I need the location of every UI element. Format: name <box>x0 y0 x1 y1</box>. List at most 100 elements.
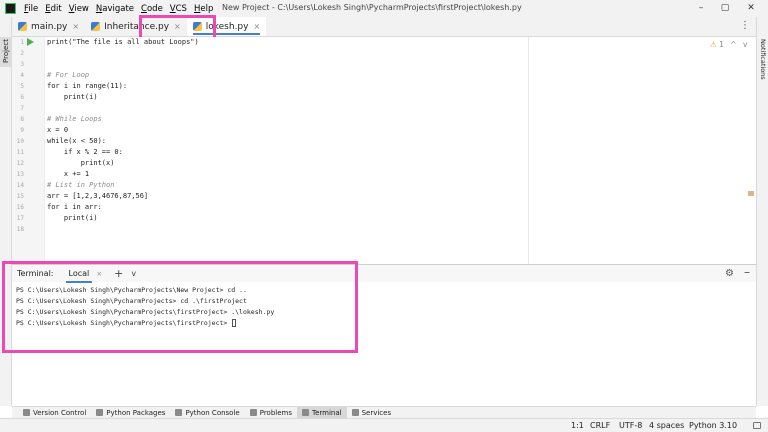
tab-main-py[interactable]: main.py × <box>12 17 85 36</box>
left-tool-strip: Project <box>0 17 12 406</box>
version-control-icon <box>23 409 30 416</box>
code-line[interactable]: while(x < 50): <box>47 136 106 147</box>
python-console-button[interactable]: Python Console <box>170 407 244 419</box>
tool-label: Problems <box>259 408 292 417</box>
terminal-prompt-line[interactable]: PS C:\Users\Lokesh Singh\PycharmProjects… <box>16 318 237 329</box>
line-number: 1 <box>20 39 24 46</box>
terminal-button[interactable]: Terminal <box>296 406 347 419</box>
terminal-header: Terminal: Local × + v ⚙ – <box>12 265 756 283</box>
code-line[interactable]: print(i) <box>47 92 98 103</box>
previous-highlight-icon[interactable]: ^ <box>730 40 736 49</box>
line-separator[interactable]: CRLF <box>590 421 610 430</box>
minimize-window-button[interactable]: – <box>694 2 708 14</box>
code-line[interactable]: x += 1 <box>47 169 89 180</box>
inspection-widget[interactable]: ⚠ 1 ^ v <box>710 40 747 49</box>
line-number: 13 <box>16 171 24 178</box>
tab-label: lokesh.py <box>205 21 249 32</box>
add-terminal-icon[interactable]: + <box>114 267 123 280</box>
line-number: 18 <box>16 226 24 233</box>
code-line[interactable]: for i in arr: <box>47 202 102 213</box>
tool-window-bar: Version Control Python Packages Python C… <box>12 406 756 419</box>
terminal-cursor <box>232 319 237 327</box>
close-window-button[interactable]: ✕ <box>744 2 758 14</box>
line-number: 7 <box>20 105 24 112</box>
line-number: 6 <box>20 94 24 101</box>
status-bar: 1:1 CRLF UTF-8 4 spaces Python 3.10 <box>0 418 768 432</box>
tab-inheritance-py[interactable]: Inheritance.py × <box>85 17 187 36</box>
code-line[interactable]: print("The file is all about Loops") <box>47 37 199 48</box>
error-stripe-marker[interactable] <box>748 191 754 196</box>
tab-label: Inheritance.py <box>104 21 170 32</box>
code-line[interactable]: x = 0 <box>47 125 68 136</box>
project-tool-label: Project <box>2 39 10 63</box>
tool-label: Python Console <box>185 408 240 417</box>
warning-count: 1 <box>719 40 724 49</box>
menu-vcs[interactable]: VCS <box>170 4 187 14</box>
terminal-line: PS C:\Users\Lokesh Singh\PycharmProjects… <box>16 297 247 305</box>
gear-icon[interactable]: ⚙ <box>725 268 734 279</box>
hide-panel-icon[interactable]: – <box>744 265 750 279</box>
line-number: 11 <box>16 149 24 156</box>
python-console-icon <box>175 409 183 416</box>
tab-lokesh-py[interactable]: lokesh.py × <box>186 17 267 36</box>
line-number: 16 <box>16 204 24 211</box>
lock-icon[interactable] <box>753 422 761 429</box>
python-interpreter[interactable]: Python 3.10 <box>689 421 737 430</box>
line-number: 10 <box>16 138 24 145</box>
terminal-line: PS C:\Users\Lokesh Singh\PycharmProjects… <box>16 286 247 294</box>
chevron-down-icon[interactable]: v <box>131 269 136 278</box>
pycharm-logo-icon <box>5 3 16 14</box>
python-file-icon <box>192 22 202 31</box>
warning-icon: ⚠ <box>710 40 717 49</box>
tool-label: Version Control <box>33 408 87 417</box>
indent-setting[interactable]: 4 spaces <box>649 421 684 430</box>
code-line[interactable]: if x % 2 == 0: <box>47 147 123 158</box>
title-bar: File Edit View Navigate Code VCS Help Ne… <box>0 0 768 17</box>
next-highlight-icon[interactable]: v <box>743 40 747 49</box>
notifications-label: Notifications <box>759 39 767 80</box>
menu-view[interactable]: View <box>69 4 89 14</box>
python-file-icon <box>18 22 27 31</box>
line-number: 9 <box>20 127 24 134</box>
services-icon <box>351 409 359 416</box>
line-number: 5 <box>20 83 24 90</box>
close-icon[interactable]: × <box>253 22 260 31</box>
editor-tab-bar: main.py × Inheritance.py × lokesh.py × ⋮ <box>12 17 756 37</box>
python-packages-button[interactable]: Python Packages <box>91 407 170 419</box>
menu-help[interactable]: Help <box>194 4 213 14</box>
menu-navigate[interactable]: Navigate <box>96 4 134 14</box>
terminal-tab-local[interactable]: Local <box>65 267 93 283</box>
code-line[interactable]: print(i) <box>47 213 98 224</box>
menu-file[interactable]: File <box>24 4 38 14</box>
right-tool-strip: Notifications <box>756 17 768 406</box>
services-button[interactable]: Services <box>347 407 397 419</box>
terminal-title: Terminal: <box>17 269 54 278</box>
run-icon[interactable] <box>27 38 34 46</box>
code-line[interactable]: print(x) <box>47 158 115 169</box>
file-encoding[interactable]: UTF-8 <box>619 421 642 430</box>
line-number-gutter: 1 2 3 4 5 6 7 8 9 10 11 12 13 14 15 16 17 18 <box>12 37 45 264</box>
code-line[interactable]: for i in range(11): <box>47 81 127 92</box>
tool-label: Terminal <box>311 408 342 417</box>
close-icon[interactable]: × <box>174 22 181 31</box>
line-number: 15 <box>16 193 24 200</box>
menu-code[interactable]: Code <box>141 4 163 14</box>
code-line[interactable]: # List in Python <box>47 180 114 191</box>
code-line[interactable]: # While Loops <box>47 114 102 125</box>
code-line[interactable]: # For Loop <box>47 70 89 81</box>
problems-button[interactable]: Problems <box>245 407 297 419</box>
code-editor[interactable]: 1 2 3 4 5 6 7 8 9 10 11 12 13 14 15 16 17 18 print("The f… <box>12 37 756 264</box>
line-number: 2 <box>20 50 24 57</box>
problems-icon <box>249 409 257 416</box>
close-icon[interactable]: × <box>72 22 79 31</box>
project-tool-tab[interactable]: Project <box>0 37 12 67</box>
tab-options-menu-icon[interactable]: ⋮ <box>740 20 750 31</box>
version-control-button[interactable]: Version Control <box>18 407 91 419</box>
line-number: 12 <box>16 160 24 167</box>
maximize-window-button[interactable]: ▢ <box>718 2 732 14</box>
caret-position[interactable]: 1:1 <box>571 421 584 430</box>
line-number: 14 <box>16 182 24 189</box>
code-line[interactable]: arr = [1,2,3,4676,87,56] <box>47 191 148 202</box>
menu-edit[interactable]: Edit <box>45 4 61 14</box>
close-icon[interactable]: × <box>96 270 102 278</box>
